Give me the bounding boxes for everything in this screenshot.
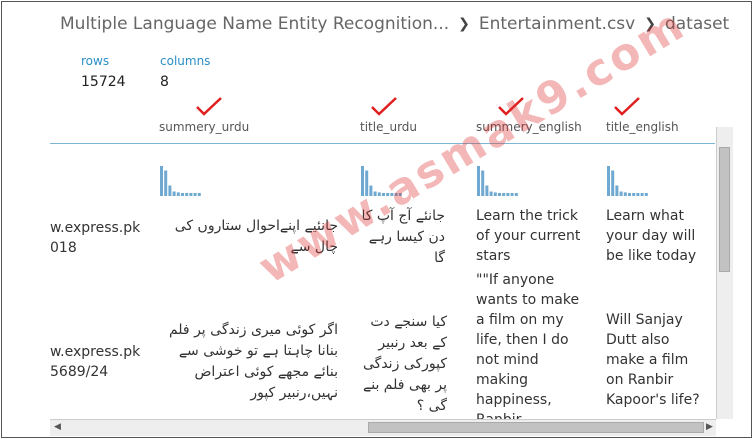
histogram-bar: [632, 193, 636, 196]
scroll-left-icon[interactable]: ◀: [54, 422, 61, 432]
histogram-bar: [189, 193, 193, 196]
histogram-bar: [377, 192, 381, 196]
rows-label: rows: [81, 54, 110, 68]
vertical-scroll-thumb[interactable]: [719, 147, 730, 272]
histogram-bar: [181, 193, 184, 196]
histogram-bar: [615, 185, 619, 196]
column-histogram: [361, 166, 402, 196]
histogram-bar: [172, 191, 176, 196]
chevron-right-icon: ❯: [458, 16, 470, 32]
histogram-bar: [477, 166, 480, 196]
horizontal-scroll-thumb[interactable]: [368, 422, 704, 433]
vertical-scrollbar[interactable]: [716, 127, 733, 419]
data-grid: w.express.pk 018 جانئیے اپنےاحوال ستاروں…: [0, 144, 716, 419]
check-mark-icon: [498, 97, 524, 116]
histogram-bar: [197, 193, 201, 196]
histogram-bar: [636, 193, 640, 196]
check-mark-icon: [371, 97, 397, 116]
column-header-summery-english[interactable]: summery_english: [476, 120, 582, 134]
histogram-bar: [160, 166, 163, 196]
column-header-summery-urdu[interactable]: summery_urdu: [159, 120, 249, 134]
columns-label: columns: [160, 54, 211, 68]
histogram-bar: [623, 192, 627, 196]
check-mark-icon: [196, 97, 222, 116]
breadcrumb-item-dataset: dataset: [664, 14, 730, 34]
table-cell-title-urdu: کیا سنجے دت کے بعد رنبیر کپورکی زندگی پر…: [362, 314, 447, 414]
check-mark-icon: [614, 97, 640, 116]
breadcrumb-item-project[interactable]: Multiple Language Name Entity Recognitio…: [60, 14, 449, 34]
column-histogram: [160, 166, 201, 196]
histogram-bar: [498, 193, 501, 196]
histogram-bar: [373, 191, 377, 196]
columns-value: 8: [160, 74, 169, 90]
column-header-title-urdu[interactable]: title_urdu: [360, 120, 417, 134]
histogram-bar: [365, 170, 369, 196]
histogram-bar: [489, 191, 493, 196]
histogram-bar: [164, 170, 168, 196]
histogram-bar: [640, 193, 644, 196]
column-histogram: [477, 166, 518, 196]
histogram-bar: [185, 193, 189, 196]
column-header-title-english[interactable]: title_english: [606, 120, 679, 134]
histogram-bar: [382, 193, 385, 196]
histogram-bar: [502, 193, 506, 196]
histogram-bar: [510, 193, 514, 196]
table-cell-summery-english: Learn the trick of your current stars: [476, 208, 581, 264]
chevron-right-icon: ❯: [644, 16, 656, 32]
histogram-bar: [390, 193, 394, 196]
horizontal-scrollbar[interactable]: ◀ ▶: [50, 419, 716, 436]
histogram-bar: [611, 170, 615, 196]
table-cell-summery-urdu: جانئیے اپنےاحوال ستاروں کی چال سے: [174, 218, 338, 255]
table-cell-title-urdu: جانئے آج آپ کا دن کیسا رہے گا: [361, 208, 445, 266]
breadcrumb-item-file[interactable]: Entertainment.csv: [479, 14, 635, 34]
table-cell-url: w.express.pk 018: [50, 220, 141, 256]
histogram-bar: [398, 193, 402, 196]
table-cell-title-english: Will Sanjay Dutt also make a film on Ran…: [606, 312, 700, 408]
histogram-bar: [628, 193, 631, 196]
histogram-bar: [176, 192, 180, 196]
histogram-bar: [644, 193, 648, 196]
column-histogram: [607, 166, 648, 196]
rows-value: 15724: [81, 74, 126, 90]
histogram-bar: [481, 170, 485, 196]
columns-stat: columns 8: [160, 54, 210, 90]
histogram-bar: [619, 191, 623, 196]
histogram-bar: [506, 193, 510, 196]
breadcrumb: Multiple Language Name Entity Recognitio…: [60, 14, 729, 34]
histogram-bar: [607, 166, 610, 196]
table-cell-summery-english: ""If anyone wants to make a film on my l…: [476, 272, 580, 419]
histogram-bar: [394, 193, 398, 196]
rows-stat: rows 15724: [81, 54, 126, 90]
scroll-right-icon[interactable]: ▶: [706, 422, 713, 432]
histogram-bar: [361, 166, 364, 196]
histogram-bar: [193, 193, 197, 196]
histogram-bar: [386, 193, 390, 196]
table-cell-title-english: Learn what your day will be like today: [606, 208, 697, 264]
table-cell-url: w.express.pk 5689/24: [50, 344, 141, 380]
histogram-bar: [369, 185, 373, 196]
histogram-bar: [485, 185, 489, 196]
histogram-bar: [493, 192, 497, 196]
histogram-bar: [514, 193, 518, 196]
histogram-bar: [168, 185, 172, 196]
table-cell-summery-urdu: اگر کوئی میری زندگی پر فلم بنانا چاہتا ہ…: [168, 322, 338, 401]
